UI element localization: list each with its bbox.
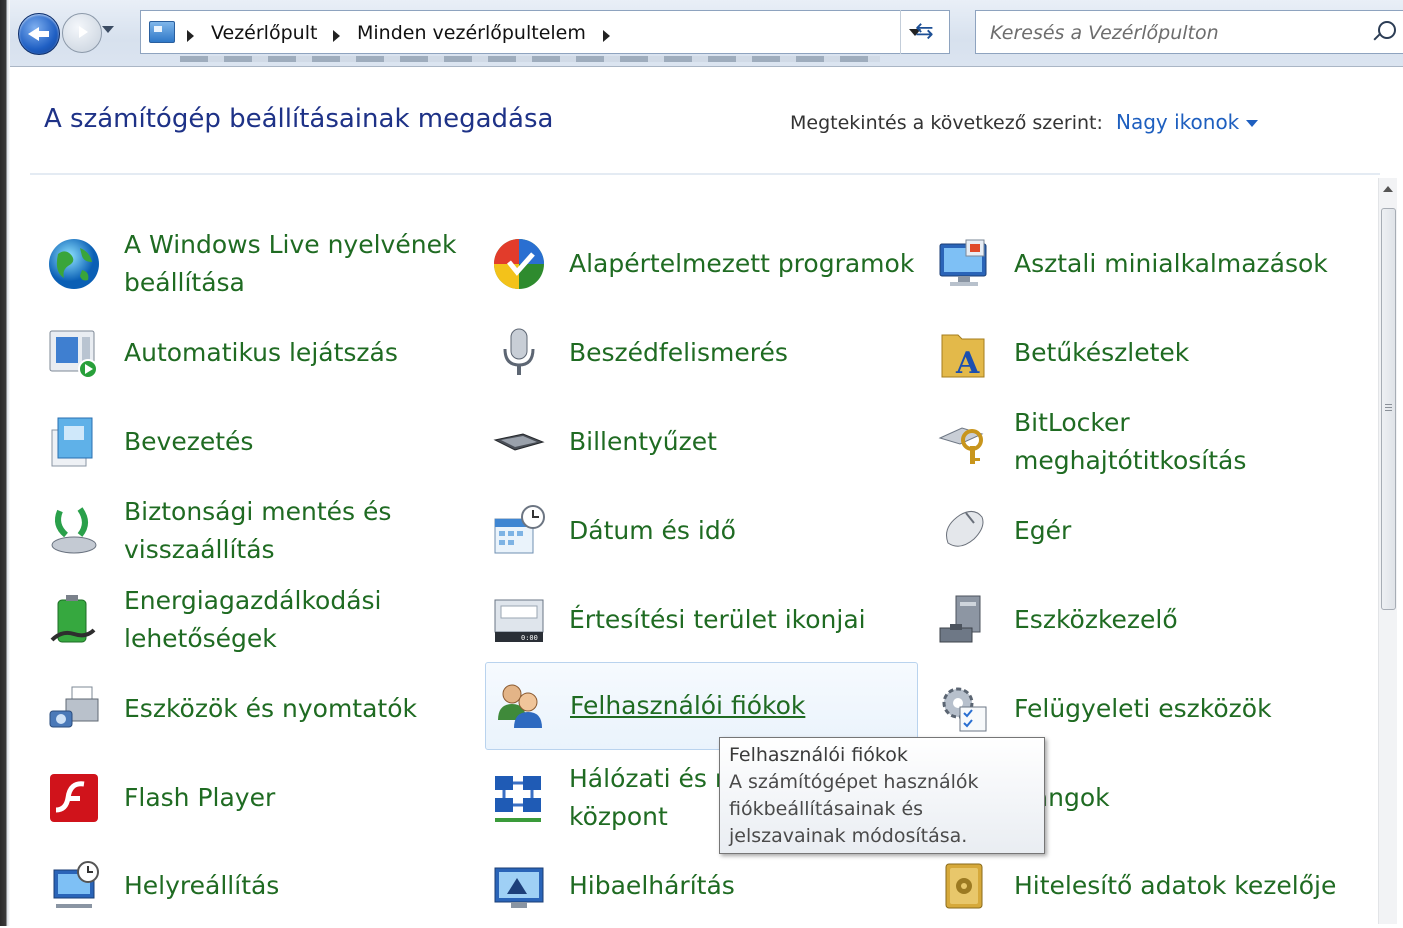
item-desktop-gadgets[interactable]: Asztali minialkalmazások <box>936 222 1366 306</box>
recovery-icon <box>53 861 99 908</box>
breadcrumb-chevron-icon[interactable] <box>187 30 194 42</box>
back-button[interactable] <box>18 13 60 55</box>
credential-manager-icon <box>945 863 983 909</box>
item-notification-area-icons[interactable]: 0:00 Értesítési terület ikonjai <box>491 578 921 662</box>
item-troubleshooting[interactable]: Hibaelhárítás <box>491 844 921 928</box>
item-windows-live-language[interactable]: A Windows Live nyelvének beállítása <box>46 222 476 306</box>
item-recovery[interactable]: Helyreállítás <box>46 844 476 928</box>
item-label: Eszközkezelő <box>1014 605 1178 634</box>
backup-icon <box>51 507 97 554</box>
navigation-bar: Vezérlőpult Minden vezérlőpultelem ⇆ <box>10 0 1403 67</box>
item-label: Bevezetés <box>124 427 254 456</box>
devices-printers-icon <box>49 686 99 728</box>
power-options-icon <box>50 595 96 643</box>
breadcrumb-all-items[interactable]: Minden vezérlőpultelem <box>357 22 586 44</box>
admin-tools-icon <box>942 687 987 732</box>
date-time-icon <box>494 505 545 554</box>
svg-text:0:00: 0:00 <box>521 634 538 642</box>
refresh-icon: ⇆ <box>915 19 934 44</box>
item-backup-restore[interactable]: Biztonsági mentés és visszaállítás <box>46 489 476 573</box>
item-label: Helyreállítás <box>124 871 280 900</box>
item-keyboard[interactable]: Billentyűzet <box>491 400 921 484</box>
item-autoplay[interactable]: Automatikus lejátszás <box>46 311 476 395</box>
item-label: Alapértelmezett programok <box>569 249 915 278</box>
item-label: Billentyűzet <box>569 427 717 456</box>
notification-area-icon: 0:00 <box>494 599 544 642</box>
flash-player-icon <box>50 774 98 822</box>
title-strip <box>180 56 880 62</box>
item-flash-player[interactable]: Flash Player <box>46 756 476 840</box>
item-label: Felhasználói fiókok <box>570 691 806 720</box>
item-getting-started[interactable]: Bevezetés <box>46 400 476 484</box>
item-label: Betűkészletek <box>1014 338 1190 367</box>
default-programs-icon <box>494 239 544 289</box>
globe-icon <box>49 239 99 289</box>
tooltip-description: A számítógépet használók fiókbeállításai… <box>729 771 979 847</box>
forward-button[interactable] <box>62 13 102 53</box>
item-devices-printers[interactable]: Eszközök és nyomtatók <box>46 667 476 751</box>
recent-pages-dropdown[interactable] <box>102 26 114 33</box>
breadcrumb-control-panel[interactable]: Vezérlőpult <box>211 22 317 44</box>
item-label: Energiagazdálkodási lehetőségek <box>124 586 382 653</box>
item-power-options[interactable]: Energiagazdálkodási lehetőségek <box>46 578 476 662</box>
mouse-icon <box>946 511 984 547</box>
fonts-folder-icon: A <box>941 334 985 381</box>
item-label: Egér <box>1014 516 1072 545</box>
search-input[interactable] <box>988 11 1372 55</box>
item-label: Hibaelhárítás <box>569 871 735 900</box>
item-label: Eszközök és nyomtatók <box>124 694 418 723</box>
gadgets-icon <box>939 239 987 286</box>
grip-icon <box>1385 404 1392 413</box>
item-fonts[interactable]: A Betűkészletek <box>936 311 1366 395</box>
search-box[interactable] <box>975 10 1403 55</box>
tooltip: Felhasználói fiókok A számítógépet haszn… <box>719 737 1045 854</box>
view-by-label: Megtekintés a következő szerint: <box>790 112 1103 134</box>
item-label: Dátum és idő <box>569 516 736 545</box>
item-bitlocker[interactable]: BitLocker meghajtótitkosítás <box>936 400 1366 484</box>
search-icon[interactable] <box>1378 21 1396 39</box>
item-credential-manager[interactable]: Hitelesítő adatok kezelője <box>936 844 1366 928</box>
item-date-time[interactable]: Dátum és idő <box>491 489 921 573</box>
network-center-icon <box>495 776 541 822</box>
item-label: Automatikus lejátszás <box>124 338 398 367</box>
window-left-edge <box>0 0 10 926</box>
item-device-manager[interactable]: Eszközkezelő <box>936 578 1366 662</box>
tooltip-title: Felhasználói fiókok <box>729 744 908 766</box>
breadcrumb-chevron-icon[interactable] <box>333 30 340 42</box>
user-accounts-icon <box>498 684 542 728</box>
device-manager-icon <box>939 595 981 643</box>
item-label: A Windows Live nyelvének beállítása <box>124 230 457 297</box>
bitlocker-icon <box>938 427 984 464</box>
item-label: Értesítési terület ikonjai <box>569 605 866 634</box>
troubleshooting-icon <box>494 867 544 908</box>
breadcrumb-chevron-icon[interactable] <box>603 30 610 42</box>
item-label: Hitelesítő adatok kezelője <box>1014 871 1337 900</box>
refresh-button[interactable]: ⇆ <box>900 10 948 54</box>
view-by-dropdown[interactable]: Nagy ikonok <box>1116 110 1239 134</box>
item-mouse[interactable]: Egér <box>936 489 1366 573</box>
item-speech-recognition[interactable]: Beszédfelismerés <box>491 311 921 395</box>
control-panel-icon <box>149 21 175 43</box>
vertical-scrollbar[interactable] <box>1378 178 1397 924</box>
microphone-icon <box>503 328 535 375</box>
item-label: Felügyeleti eszközök <box>1014 694 1272 723</box>
item-label: BitLocker meghajtótitkosítás <box>1014 408 1247 475</box>
svg-text:A: A <box>955 346 980 381</box>
page-title: A számítógép beállításainak megadása <box>44 104 554 134</box>
item-label: Hangok <box>1014 783 1110 812</box>
address-bar[interactable]: Vezérlőpult Minden vezérlőpultelem <box>140 10 950 54</box>
item-label: Biztonsági mentés és visszaállítás <box>124 497 392 564</box>
scroll-thumb[interactable] <box>1381 208 1396 610</box>
getting-started-icon <box>51 417 93 467</box>
item-label: Beszédfelismerés <box>569 338 788 367</box>
header-divider <box>30 173 1380 175</box>
item-label: Asztali minialkalmazások <box>1014 249 1328 278</box>
keyboard-icon <box>493 433 545 451</box>
scroll-up-icon[interactable] <box>1383 186 1393 192</box>
autoplay-icon <box>49 330 98 379</box>
item-label: Flash Player <box>124 783 276 812</box>
item-default-programs[interactable]: Alapértelmezett programok <box>491 222 921 306</box>
chevron-down-icon[interactable] <box>1246 120 1258 127</box>
